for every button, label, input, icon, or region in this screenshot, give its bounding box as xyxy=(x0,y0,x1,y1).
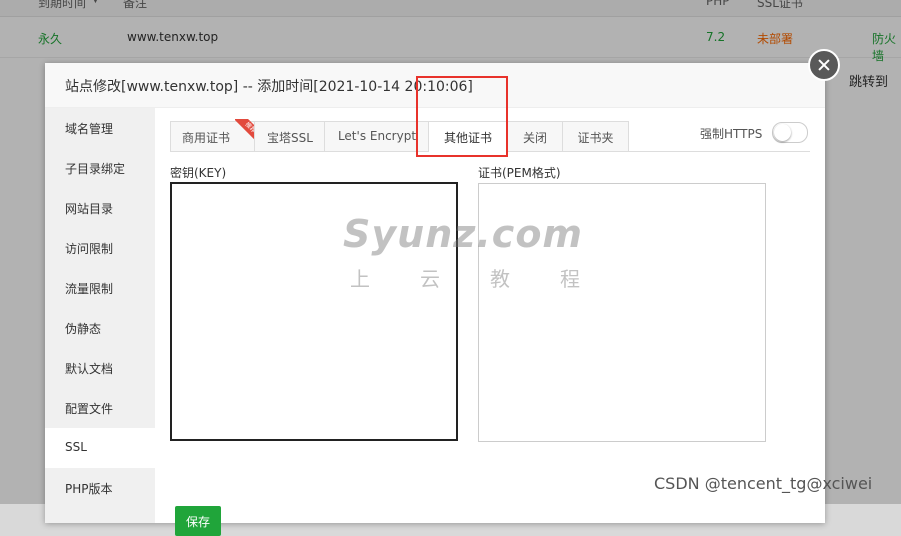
sidebar-item-default-doc[interactable]: 默认文档 xyxy=(45,348,155,388)
sidebar-item-label: 默认文档 xyxy=(65,362,114,376)
sidebar-item-config-file[interactable]: 配置文件 xyxy=(45,388,155,428)
watermark-main: Syunz.com xyxy=(343,212,584,256)
sidebar-item-label: 子目录绑定 xyxy=(65,162,126,176)
force-https-label: 强制HTTPS xyxy=(700,127,763,141)
tab-label: 商用证书 xyxy=(181,131,230,145)
ssl-panel: 商用证书 推荐 宝塔SSL Let's Encrypt 其他证书 关闭 证书夹 … xyxy=(155,108,825,536)
sidebar-item-access-limit[interactable]: 访问限制 xyxy=(45,228,155,268)
csdn-credit: CSDN @tencent_tg@xciwei xyxy=(654,474,873,493)
tab-label: Let's Encrypt xyxy=(337,129,417,143)
sidebar-item-label: PHP版本 xyxy=(65,482,113,496)
sidebar-item-domain[interactable]: 域名管理 xyxy=(45,108,155,148)
sidebar-item-subdir[interactable]: 子目录绑定 xyxy=(45,148,155,188)
tab-cert-folder[interactable]: 证书夹 xyxy=(562,121,629,151)
tab-close-ssl[interactable]: 关闭 xyxy=(506,121,564,151)
close-icon[interactable] xyxy=(808,49,840,81)
sidebar-item-php-version[interactable]: PHP版本 xyxy=(45,468,155,508)
sidebar-item-ssl[interactable]: SSL xyxy=(45,428,155,468)
key-label: 密钥(KEY) xyxy=(170,166,227,180)
sidebar-item-rewrite[interactable]: 伪静态 xyxy=(45,308,155,348)
cert-label: 证书(PEM格式) xyxy=(478,166,561,180)
force-https-toggle[interactable] xyxy=(772,122,808,143)
dialog-title-bar: 站点修改[www.tenxw.top] -- 添加时间[2021-10-14 2… xyxy=(45,63,825,108)
sidebar-item-label: 域名管理 xyxy=(65,122,114,136)
tab-label: 其他证书 xyxy=(443,131,492,145)
tab-commercial-cert[interactable]: 商用证书 推荐 xyxy=(170,119,257,151)
sidebar-item-label: 访问限制 xyxy=(65,242,114,256)
sidebar-item-traffic-limit[interactable]: 流量限制 xyxy=(45,268,155,308)
sidebar-item-label: 配置文件 xyxy=(65,402,114,416)
site-edit-dialog: 站点修改[www.tenxw.top] -- 添加时间[2021-10-14 2… xyxy=(45,49,840,536)
sidebar-item-site-dir[interactable]: 网站目录 xyxy=(45,188,155,228)
tab-bt-ssl[interactable]: 宝塔SSL xyxy=(254,121,326,151)
sidebar-item-label: 流量限制 xyxy=(65,282,114,296)
dialog-title: 站点修改[www.tenxw.top] -- 添加时间[2021-10-14 2… xyxy=(65,79,473,95)
tab-label: 宝塔SSL xyxy=(267,131,313,145)
tab-lets-encrypt[interactable]: Let's Encrypt xyxy=(324,121,430,151)
sidebar-item-label: 伪静态 xyxy=(65,322,102,336)
save-button[interactable]: 保存 xyxy=(175,506,221,536)
dialog-sidebar: 域名管理 子目录绑定 网站目录 访问限制 流量限制 伪静态 默认文档 配置文件 … xyxy=(45,108,155,523)
tab-other-cert[interactable]: 其他证书 xyxy=(428,121,508,152)
toggle-knob xyxy=(774,124,791,141)
tab-label: 关闭 xyxy=(522,131,547,145)
watermark-sub: 上云教程 xyxy=(350,267,630,291)
sidebar-item-label: SSL xyxy=(65,440,87,454)
tab-label: 证书夹 xyxy=(577,131,614,145)
sidebar-item-label: 网站目录 xyxy=(65,202,114,216)
